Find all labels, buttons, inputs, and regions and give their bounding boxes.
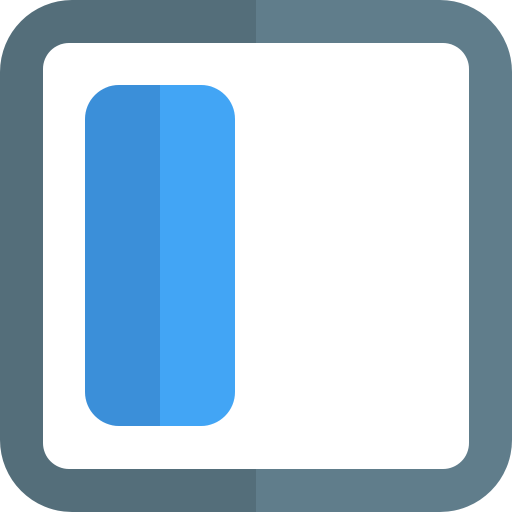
sidebar-panel [85, 85, 235, 426]
icon-canvas [0, 0, 512, 512]
window-frame [0, 0, 512, 512]
left-sidebar-layout-icon [0, 0, 512, 512]
